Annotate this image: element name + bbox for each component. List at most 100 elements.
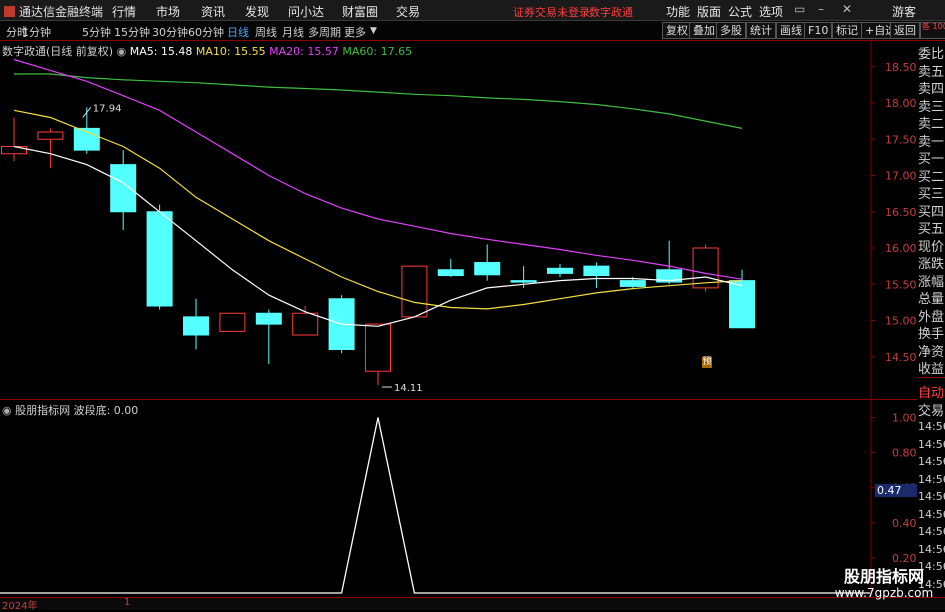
auto-trade-label[interactable]: 自动 <box>918 382 944 401</box>
candle-body <box>474 262 501 276</box>
app-title-text: 通达信金融终端 <box>19 5 104 19</box>
menu-item-xuanxiang[interactable]: 选项 <box>759 3 783 20</box>
quote-row-label: 买一 <box>918 152 945 167</box>
candle-body <box>255 312 282 325</box>
period-weekly[interactable]: 周线 <box>255 24 277 40</box>
y-tick-label: 18.00 <box>885 97 917 110</box>
time-axis-bar: 2024年 1 <box>0 597 945 612</box>
guest-label[interactable]: 游客 <box>892 3 916 20</box>
quote-row-label: 换手 <box>918 327 945 342</box>
trade-time: 14:56 <box>918 525 945 538</box>
trade-time: 14:56 <box>918 507 945 521</box>
login-status[interactable]: 证券交易未登录 <box>513 4 590 20</box>
band-bottom-line <box>0 417 870 594</box>
y-tick-label: 14.50 <box>885 351 917 364</box>
candlestick-chart[interactable]: 18.50 18.00 17.50 17.00 16.50 16.00 15.50 15.00… <box>0 41 917 399</box>
menu-item-gongshi[interactable]: 公式 <box>728 3 752 20</box>
draw-line-button[interactable]: 画线 <box>776 22 806 39</box>
close-icon[interactable]: ✕ <box>842 2 852 16</box>
y-tick-label: 17.50 <box>885 133 917 146</box>
cursor-value-label: 0.47 <box>875 484 919 497</box>
candle-body <box>437 269 464 277</box>
quote-row-label: 卖四 <box>918 82 945 97</box>
y-tick-label: 17.00 <box>885 170 917 183</box>
menu-item-zixun[interactable]: 资讯 <box>201 3 225 20</box>
candle-body <box>183 316 209 336</box>
period-60min[interactable]: 60分钟 <box>188 24 224 40</box>
f10-button[interactable]: F10 <box>804 22 833 39</box>
candle-body <box>219 312 246 332</box>
trade-time: 14:56 <box>918 455 945 468</box>
statistics-button[interactable]: 统计 <box>746 22 776 39</box>
period-more[interactable]: 更多 <box>344 24 366 40</box>
period-toolbar: 分时 | 1分钟 5分钟 15分钟 30分钟 60分钟 日线 周线 月线 多周期… <box>0 21 945 41</box>
quote-row-label: 外盘 <box>918 309 945 325</box>
menu-item-shichang[interactable]: 市场 <box>156 3 180 20</box>
period-multi[interactable]: 多周期 <box>308 24 341 40</box>
quote-row-label: 总量 <box>918 292 945 307</box>
forecast-badge[interactable]: 预 <box>702 357 712 368</box>
fuquan-button[interactable]: 复权 <box>662 22 692 39</box>
period-monthly[interactable]: 月线 <box>282 24 304 40</box>
period-15min[interactable]: 15分钟 <box>114 24 150 40</box>
y-tick-label: 15.00 <box>885 315 917 328</box>
indicator-tick-label: 0.80 <box>892 447 917 460</box>
auto-trade-label[interactable]: 交易 <box>918 400 944 419</box>
restore-icon[interactable]: ▭ <box>794 2 805 16</box>
candle-body <box>401 265 428 318</box>
overlay-button[interactable]: 叠加 <box>689 22 719 39</box>
app-logo-icon <box>4 6 15 17</box>
y-tick-label: 16.00 <box>885 242 917 255</box>
panel-toggle-badge[interactable]: 各 1000 <box>920 22 945 39</box>
candle-body <box>365 323 391 372</box>
quote-panel: 委比 卖五 卖四 卖三 卖二 卖一 买一 买二 买三 买四 买五 现价 涨跌 涨幅 总量 外盘 换手 净资 收益 自动… <box>917 41 945 596</box>
multi-stock-button[interactable]: 多股 <box>716 22 746 39</box>
candle-body <box>729 280 755 329</box>
menu-item-jiaoyi[interactable]: 交易 <box>396 3 420 20</box>
back-button[interactable]: 返回 <box>890 22 920 39</box>
watermark: 股朋指标网 www.7gpzb.com <box>826 568 942 607</box>
quote-row-label: 涨幅 <box>918 274 945 290</box>
trade-time: 14:56 <box>918 437 945 451</box>
menu-item-faxian[interactable]: 发现 <box>245 3 269 20</box>
quote-row-label: 卖二 <box>918 117 945 132</box>
quote-row-label: 收益 <box>918 362 945 377</box>
indicator-tick-label: 1.00 <box>892 412 917 425</box>
menu-item-banmian[interactable]: 版面 <box>697 3 721 20</box>
stock-name-title: 数字政通 <box>589 6 633 19</box>
menu-item-gongneng[interactable]: 功能 <box>666 3 690 20</box>
more-dropdown-icon[interactable]: ▼ <box>370 26 377 36</box>
period-1min[interactable]: 1分钟 <box>22 24 51 40</box>
menu-item-caifuquan[interactable]: 财富圈 <box>342 3 378 20</box>
quote-row-label: 委比 <box>918 47 945 62</box>
period-5min[interactable]: 5分钟 <box>82 24 111 40</box>
quote-row-label: 卖一 <box>918 134 945 150</box>
mark-button[interactable]: 标记 <box>832 22 862 39</box>
minimize-icon[interactable]: – <box>818 2 824 16</box>
candle-body <box>1 146 27 155</box>
period-30min[interactable]: 30分钟 <box>152 24 188 40</box>
candle-body <box>583 265 610 277</box>
candle-body <box>510 280 537 283</box>
menu-item-hangqing[interactable]: 行情 <box>112 3 136 20</box>
quote-row-label: 现价 <box>918 239 945 255</box>
month-label: 1 <box>124 597 131 608</box>
trade-time: 14:56 <box>918 542 945 556</box>
quote-row-label: 买二 <box>918 169 945 185</box>
quote-row-label: 买五 <box>918 222 945 237</box>
quote-row-label: 买三 <box>918 187 945 202</box>
quote-row-label: 涨跌 <box>918 257 945 272</box>
period-daily[interactable]: 日线 <box>227 24 249 40</box>
candle-body <box>292 312 319 336</box>
quote-row-label: 卖三 <box>918 99 945 115</box>
indicator-chart[interactable]: 1.000.800.600.400.20 <box>0 400 917 597</box>
menu-bar: 通达信金融终端 行情 市场 资讯 发现 问小达 财富圈 交易 证券交易未登录 数… <box>0 0 945 21</box>
y-tick-label: 18.50 <box>885 61 917 74</box>
indicator-tick-label: 0.20 <box>892 552 917 565</box>
high-marker-label: 17.94 <box>93 103 122 114</box>
indicator-tick-label: 0.40 <box>892 517 917 530</box>
quote-row-label: 净资 <box>918 344 945 360</box>
quote-row-label: 卖五 <box>918 64 945 80</box>
menu-item-wenxiaoda[interactable]: 问小达 <box>288 3 324 20</box>
trade-time: 14:56 <box>918 490 945 503</box>
